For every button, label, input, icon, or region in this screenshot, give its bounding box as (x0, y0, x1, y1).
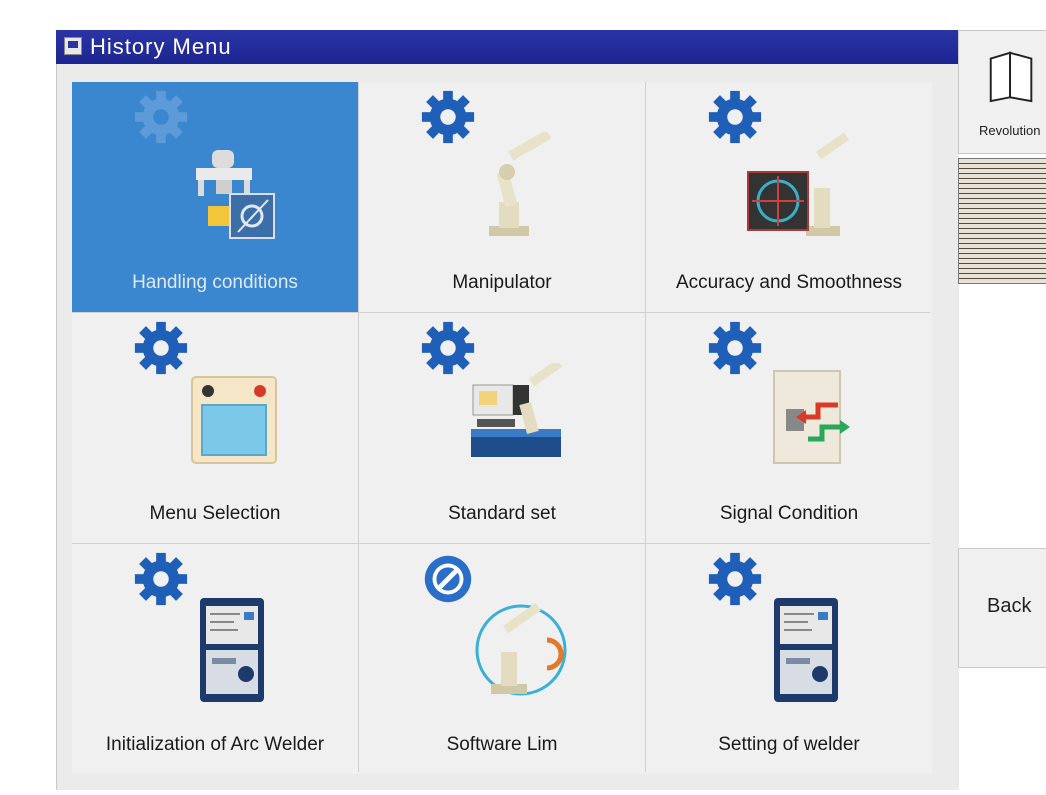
back-button[interactable]: Back (958, 548, 1046, 668)
window-titlebar: History Menu (56, 30, 958, 64)
tile-label: Software Lim (446, 734, 558, 755)
tile-label: Setting of welder (718, 734, 860, 755)
window-icon (64, 37, 82, 55)
welder-icon (774, 598, 838, 702)
tile-label: Manipulator (452, 272, 552, 293)
tile-label: Initialization of Arc Welder (105, 734, 325, 755)
tile-setting-of-welder[interactable]: Setting of welder (646, 544, 932, 774)
revolution-button[interactable]: Revolution (958, 30, 1046, 154)
tile-software-lim[interactable]: Software Lim (359, 544, 645, 774)
standard-set-icon (471, 363, 563, 457)
panel-icon (191, 376, 277, 464)
book-icon (989, 51, 1033, 103)
tile-accuracy-and-smoothness[interactable]: Accuracy and Smoothness (646, 82, 932, 312)
window-title: History Menu (90, 34, 232, 59)
menu-grid: Handling conditions Manipulator Accuracy… (72, 82, 932, 774)
welder-icon (200, 598, 264, 702)
handling-icon (196, 150, 275, 239)
back-label: Back (987, 595, 1032, 617)
robot-arm-icon (489, 132, 552, 236)
software-limit-icon (475, 602, 567, 696)
revolution-label: Revolution (979, 123, 1041, 138)
tile-menu-selection[interactable]: Menu Selection (72, 313, 358, 543)
tile-initialization-of-arc-welder[interactable]: Initialization of Arc Welder (72, 544, 358, 774)
tile-label: Handling conditions (132, 272, 298, 293)
tile-manipulator[interactable]: Manipulator (359, 82, 645, 312)
tile-signal-condition[interactable]: Signal Condition (646, 313, 932, 543)
tile-label: Accuracy and Smoothness (675, 272, 902, 293)
list-thumbnail (958, 158, 1046, 284)
tile-label: Standard set (448, 503, 556, 524)
tile-label: Signal Condition (719, 503, 859, 524)
accuracy-icon (747, 132, 850, 236)
tile-label: Menu Selection (149, 503, 281, 524)
signal-icon (773, 370, 850, 464)
tile-handling-conditions[interactable]: Handling conditions (72, 82, 358, 312)
tile-standard-set[interactable]: Standard set (359, 313, 645, 543)
